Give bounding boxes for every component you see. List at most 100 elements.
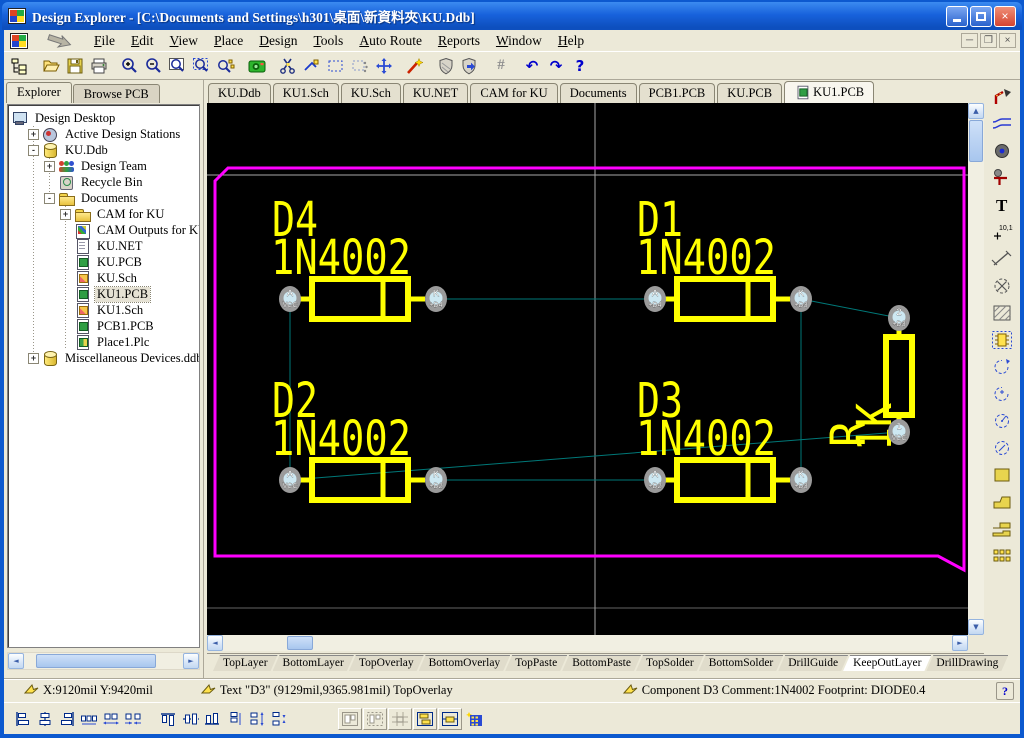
arc-angle-button[interactable] [989,409,1015,433]
move-to-grid-button[interactable] [388,708,412,730]
pointer-arrow-icon[interactable] [42,32,76,50]
via-button[interactable] [989,166,1015,190]
tab-browse-pcb[interactable]: Browse PCB [73,84,160,103]
menu-reports[interactable]: Reports [430,32,488,50]
align-bottom-button[interactable] [202,709,224,729]
deselect-button[interactable] [348,54,372,78]
arrange-within-rectangle-button[interactable] [363,708,387,730]
doc-tab-pcb1-pcb[interactable]: PCB1.PCB [639,83,716,103]
align-right-button[interactable] [56,709,78,729]
menu-file[interactable]: File [86,32,123,50]
pad[interactable]: 2+D3 [888,305,910,331]
layer-tab-bottomsolder[interactable]: BottomSolder [699,655,784,671]
zoom-out-button[interactable] [142,54,166,78]
tree-item-ku-pcb[interactable]: KU.PCB [8,254,199,270]
tab-explorer[interactable]: Explorer [6,82,72,103]
menu-edit[interactable]: Edit [123,32,162,50]
split-plane-button[interactable] [989,517,1015,541]
pad[interactable]: K+D3 [790,467,812,493]
layer-tab-drillguide[interactable]: DrillGuide [778,655,848,671]
tree-item-recycle-bin[interactable]: Recycle Bin [8,174,199,190]
center-vertical-button[interactable] [180,709,202,729]
distribute-vertical-button[interactable] [224,709,246,729]
redo-button[interactable]: ↷ [544,54,568,78]
decrease-vertical-spacing-button[interactable] [268,709,290,729]
wizard-button[interactable] [403,54,427,78]
decrease-horizontal-spacing-button[interactable] [122,709,144,729]
arc-edge-button[interactable] [989,355,1015,379]
coordinate-button[interactable]: 10,10 [989,220,1015,244]
save-button[interactable] [63,54,87,78]
doc-tab-ku-sch[interactable]: KU.Sch [341,83,401,103]
zoom-point-button[interactable] [214,54,238,78]
increase-horizontal-spacing-button[interactable] [100,709,122,729]
layer-tab-bottomlayer[interactable]: BottomLayer [273,655,354,671]
tree-item-misc-devices[interactable]: +Miscellaneous Devices.ddb [8,350,199,366]
layer-tab-toplayer[interactable]: TopLayer [213,655,278,671]
panel-horizontal-scrollbar[interactable]: ◄ ► [7,652,200,670]
pad[interactable]: A+D2 [644,467,666,493]
error-marker-shield-button[interactable] [434,54,458,78]
zoom-selection-button[interactable] [190,54,214,78]
expand-box[interactable]: + [28,353,39,364]
component-D4[interactable]: D4 1N4002 AVCC K+D4 [271,192,447,319]
align-left-button[interactable] [12,709,34,729]
layer-tab-bottomoverlay[interactable]: BottomOverlay [419,655,511,671]
layer-tab-topoverlay[interactable]: TopOverlay [349,655,424,671]
clear-error-shield-button[interactable] [458,54,482,78]
tree-item-design-team[interactable]: +Design Team [8,158,199,174]
menu-tools[interactable]: Tools [305,32,351,50]
expand-box[interactable]: + [44,161,55,172]
tree-item-cam-for-ku[interactable]: +CAM for KU [8,206,199,222]
tree-item-pcb1-pcb[interactable]: PCB1.PCB [8,318,199,334]
scroll-right-button[interactable]: ► [952,635,968,651]
align-center-horizontal-button[interactable] [34,709,56,729]
scroll-left-button[interactable]: ◄ [8,653,24,669]
scroll-thumb[interactable] [969,120,983,162]
pad[interactable]: A+D4 [644,286,666,312]
protel-icon[interactable] [10,33,28,49]
menu-place[interactable]: Place [206,32,251,50]
paste-array-special-button[interactable] [463,709,485,729]
print-button[interactable] [87,54,111,78]
zoom-in-button[interactable] [118,54,142,78]
tree-item-design-desktop[interactable]: Design Desktop [8,110,199,126]
snapshot-button[interactable] [245,54,269,78]
string-button[interactable]: T [989,193,1015,217]
menu-help[interactable]: Help [550,32,592,50]
tree-item-active-design-stations[interactable]: +Active Design Stations [8,126,199,142]
doc-tab-ku-pcb[interactable]: KU.PCB [717,83,782,103]
scroll-left-button[interactable]: ◄ [207,635,223,651]
doc-tab-ku-net[interactable]: KU.NET [403,83,468,103]
pad-button[interactable] [989,139,1015,163]
selection-rect-button[interactable] [324,54,348,78]
component-R[interactable]: R 1K 2+D3 1VCC [821,305,912,451]
pad[interactable]: AVCC [279,286,301,312]
minimize-button[interactable] [946,6,968,27]
pad[interactable]: 1VCC [888,419,910,445]
room-button[interactable] [989,274,1015,298]
paste-array-button[interactable] [989,544,1015,568]
undo-button[interactable]: ↶ [520,54,544,78]
title-bar[interactable]: Design Explorer - [C:\Documents and Sett… [2,2,1022,30]
open-button[interactable] [39,54,63,78]
mdi-minimize-button[interactable]: ─ [961,33,978,48]
fill-button[interactable] [989,463,1015,487]
layer-tab-toppaste[interactable]: TopPaste [505,655,567,671]
tree-item-ku-net[interactable]: KU.NET [8,238,199,254]
fill-hatch-button[interactable] [989,301,1015,325]
zoom-window-button[interactable] [166,54,190,78]
status-help-button[interactable]: ? [996,682,1014,700]
canvas-horizontal-scrollbar[interactable]: ◄ ► [207,635,968,651]
doc-tab-cam-for-ku[interactable]: CAM for KU [470,83,557,103]
keepout-boundary[interactable] [215,168,964,570]
expand-box[interactable]: - [28,145,39,156]
mdi-restore-button[interactable]: ❐ [980,33,997,48]
doc-tab-ku1-sch[interactable]: KU1.Sch [273,83,339,103]
layer-tab-keepoutlayer[interactable]: KeepOutLayer [843,655,931,671]
doc-tab-ku-ddb[interactable]: KU.Ddb [208,83,271,103]
component-D3[interactable]: D3 1N4002 A+D2 K+D3 [636,373,812,500]
track-button[interactable] [989,112,1015,136]
pad[interactable]: K+D3 [790,286,812,312]
doc-tab-ku1-pcb-active[interactable]: KU1.PCB [784,81,874,103]
